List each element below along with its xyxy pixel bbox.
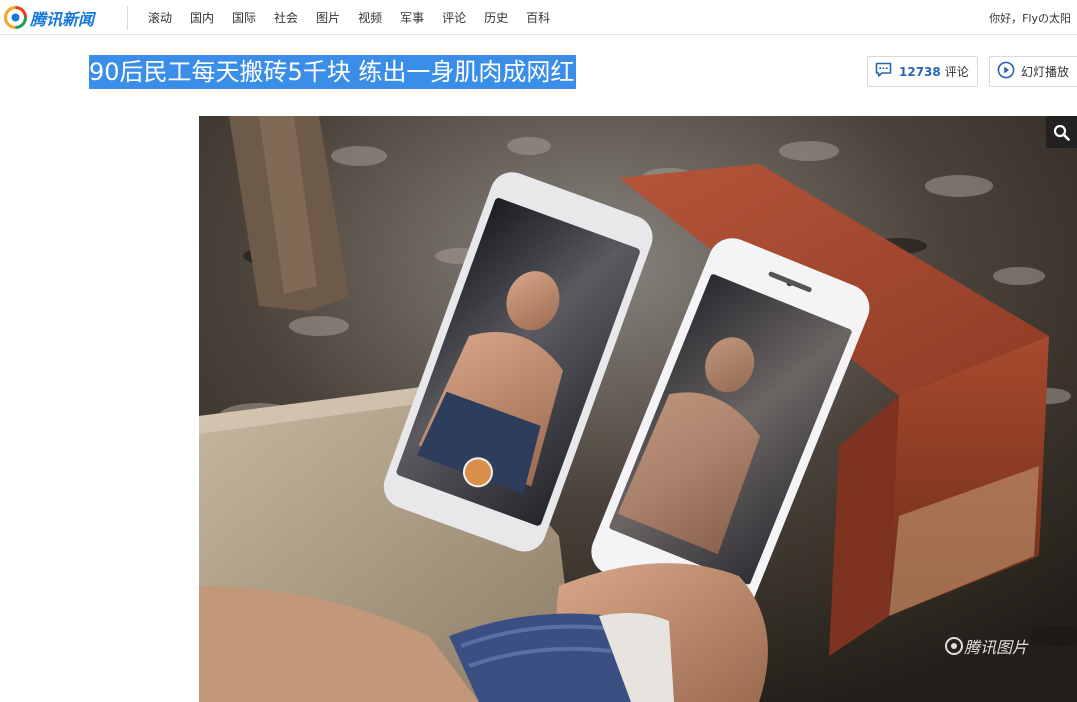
nav-item-scroll[interactable]: 滚动 xyxy=(148,9,172,26)
page-title: 90后民工每天搬砖5千块 练出一身肌肉成网红 xyxy=(89,55,577,89)
nav-item-history[interactable]: 历史 xyxy=(484,9,508,26)
slideshow-label: 幻灯播放 xyxy=(1021,65,1070,79)
tencent-news-logo-icon xyxy=(4,6,27,29)
comments-button[interactable]: 12738 评论 xyxy=(867,56,978,87)
user-greeting[interactable]: 你好，Flyの太阳 xyxy=(989,0,1071,35)
comment-label: 评论 xyxy=(944,65,969,79)
nav-item-domestic[interactable]: 国内 xyxy=(190,9,214,26)
play-circle-icon xyxy=(997,61,1015,82)
slideshow-button[interactable]: 幻灯播放 xyxy=(989,56,1077,87)
nav-item-commentary[interactable]: 评论 xyxy=(442,9,466,26)
comment-count: 12738 xyxy=(899,64,941,79)
site-logo[interactable]: 腾讯新闻 xyxy=(4,4,94,31)
photo-illustration xyxy=(199,116,1077,702)
photo-watermark: 腾讯图片 xyxy=(944,634,1028,658)
top-nav-bar: 腾讯新闻 滚动 国内 国际 社会 图片 视频 军事 评论 历史 百科 你好，Fl… xyxy=(0,0,1077,35)
nav-divider xyxy=(127,6,128,30)
logo-text: 腾讯新闻 xyxy=(30,9,95,29)
channel-nav: 滚动 国内 国际 社会 图片 视频 军事 评论 历史 百科 xyxy=(148,0,568,35)
comment-bubble-icon xyxy=(875,62,892,81)
nav-item-military[interactable]: 军事 xyxy=(400,9,424,26)
magnifier-icon xyxy=(1053,124,1070,141)
nav-item-society[interactable]: 社会 xyxy=(274,9,298,26)
zoom-button[interactable] xyxy=(1046,116,1077,148)
watermark-text: 腾讯图片 xyxy=(964,638,1029,657)
nav-item-international[interactable]: 国际 xyxy=(232,9,256,26)
article-photo[interactable]: 腾讯图片 xyxy=(199,116,1077,702)
nav-item-pictures[interactable]: 图片 xyxy=(316,9,340,26)
nav-item-encyclopedia[interactable]: 百科 xyxy=(526,9,550,26)
nav-item-video[interactable]: 视频 xyxy=(358,9,382,26)
tencent-watermark-icon xyxy=(944,636,964,656)
